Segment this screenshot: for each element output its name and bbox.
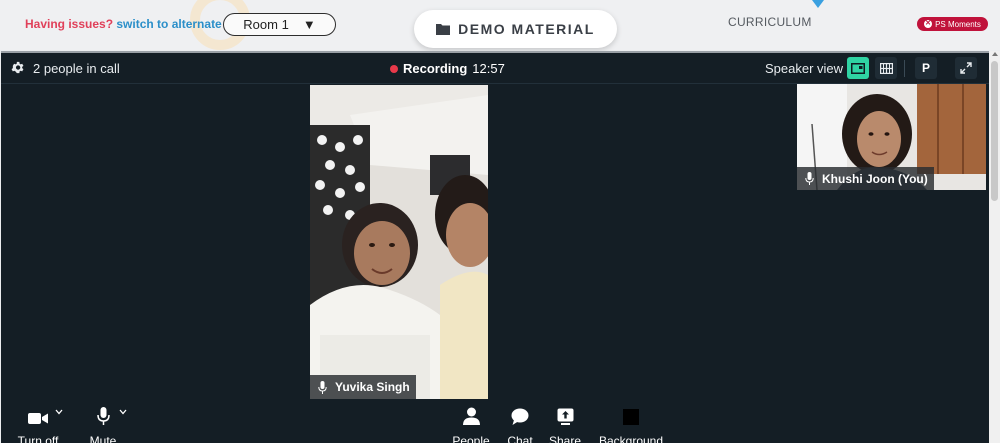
caret-down-icon: ▼ [302, 17, 316, 32]
scrollbar-thumb[interactable] [991, 61, 998, 201]
room-select-value: Room 1 [243, 17, 289, 32]
ps-moments-button[interactable]: ✕ PS Moments [917, 17, 988, 31]
people-label: People [452, 434, 490, 443]
gear-icon[interactable] [10, 60, 25, 75]
call-toolbar: Turn off Mute People Chat Share Backgrou… [1, 399, 989, 443]
speaker-layout-icon [851, 62, 865, 74]
video-call-window: 2 people in call Recording 12:57 Speaker… [1, 51, 989, 443]
fullscreen-button[interactable] [955, 57, 977, 79]
chat-bubble-icon [511, 408, 529, 425]
curriculum-tab[interactable]: CURRICULUM [728, 15, 812, 29]
ps-moments-label: PS Moments [935, 19, 981, 29]
issues-text: Having issues? [25, 17, 114, 31]
chat-button[interactable]: Chat [503, 399, 537, 443]
recording-dot-icon [390, 64, 398, 73]
share-label: Share [548, 434, 582, 443]
grid-layout-icon [879, 62, 893, 74]
person-icon [462, 407, 480, 425]
recording-time: 12:57 [472, 61, 505, 76]
background-button[interactable]: Background [596, 399, 666, 443]
speaker-view-button[interactable] [847, 57, 869, 79]
camera-options-chevron-icon[interactable] [55, 409, 63, 415]
background-icon [623, 409, 639, 425]
self-participant-video: Khushi Joon (You) [797, 84, 986, 190]
call-header: 2 people in call Recording 12:57 Speaker… [1, 53, 989, 84]
self-participant-name-tag: Khushi Joon (You) [797, 167, 934, 190]
microphone-icon [318, 380, 327, 394]
microphone-icon [96, 407, 110, 425]
camera-button[interactable]: Turn off [15, 399, 61, 443]
main-participant-name-tag: Yuvika Singh [310, 375, 416, 399]
folder-icon [436, 24, 451, 35]
demo-material-label: DEMO MATERIAL [458, 21, 595, 37]
demo-material-button[interactable]: DEMO MATERIAL [414, 10, 617, 48]
video-camera-icon [28, 413, 48, 424]
participant-button[interactable]: P [915, 57, 937, 79]
share-button[interactable]: Share [546, 399, 584, 443]
background-label: Background [598, 434, 664, 443]
self-participant-name: Khushi Joon (You) [822, 171, 928, 186]
mic-options-chevron-icon[interactable] [119, 409, 127, 415]
mute-button[interactable]: Mute [83, 399, 123, 443]
scroll-up-arrow-icon[interactable] [992, 52, 998, 56]
chat-label: Chat [507, 434, 533, 443]
mute-label: Mute [89, 434, 117, 443]
view-mode-label: Speaker view [765, 61, 844, 76]
expand-icon [960, 62, 972, 74]
share-screen-icon [557, 408, 573, 425]
people-button[interactable]: People [450, 399, 492, 443]
main-participant-video: Yuvika Singh [310, 85, 488, 399]
page-scrollbar[interactable] [989, 51, 1000, 443]
issues-notice: Having issues? switch to alternate room [25, 17, 255, 31]
curriculum-marker-icon [812, 0, 824, 8]
room-select[interactable]: Room 1 ▼ [223, 13, 336, 36]
grid-view-button[interactable] [875, 57, 897, 79]
camera-label: Turn off [17, 434, 59, 443]
recording-label: Recording [403, 61, 468, 76]
video-feed-image [310, 85, 488, 399]
microphone-icon [805, 172, 814, 185]
recording-indicator: Recording 12:57 [390, 61, 505, 76]
top-bar: Having issues? switch to alternate room … [0, 0, 1000, 50]
main-participant-name: Yuvika Singh [335, 380, 410, 394]
close-icon: ✕ [924, 20, 933, 28]
header-divider [904, 60, 905, 77]
people-count: 2 people in call [33, 61, 120, 76]
